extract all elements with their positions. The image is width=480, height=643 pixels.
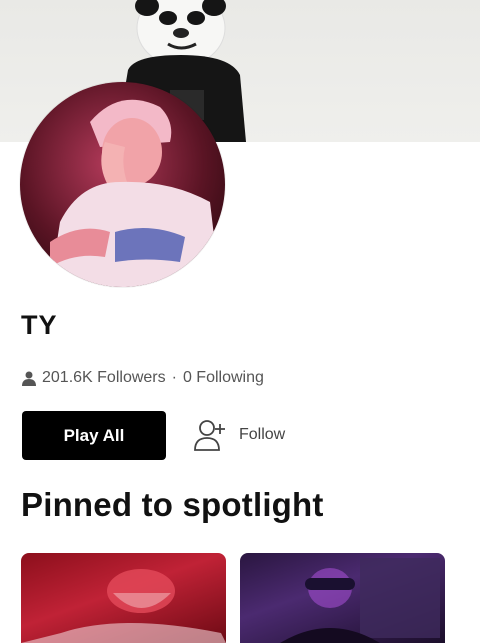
add-person-icon — [194, 420, 225, 451]
follow-button[interactable]: Follow — [193, 418, 285, 452]
pinned-card[interactable] — [240, 553, 445, 643]
following-count[interactable]: 0 Following — [183, 369, 264, 387]
pinned-card[interactable] — [21, 553, 226, 643]
follow-label: Follow — [239, 426, 286, 443]
followers-count[interactable]: 201.6K Followers — [42, 369, 166, 387]
play-all-label: Play All — [63, 425, 125, 445]
play-all-button[interactable]: Play All — [22, 411, 166, 460]
profile-avatar — [20, 82, 225, 287]
person-icon — [22, 371, 36, 386]
follower-stats: 201.6K Followers · 0 Following — [21, 368, 264, 388]
stats-separator: · — [171, 369, 177, 386]
profile-name: TY — [21, 310, 58, 340]
pinned-section-title: Pinned to spotlight — [21, 486, 324, 523]
